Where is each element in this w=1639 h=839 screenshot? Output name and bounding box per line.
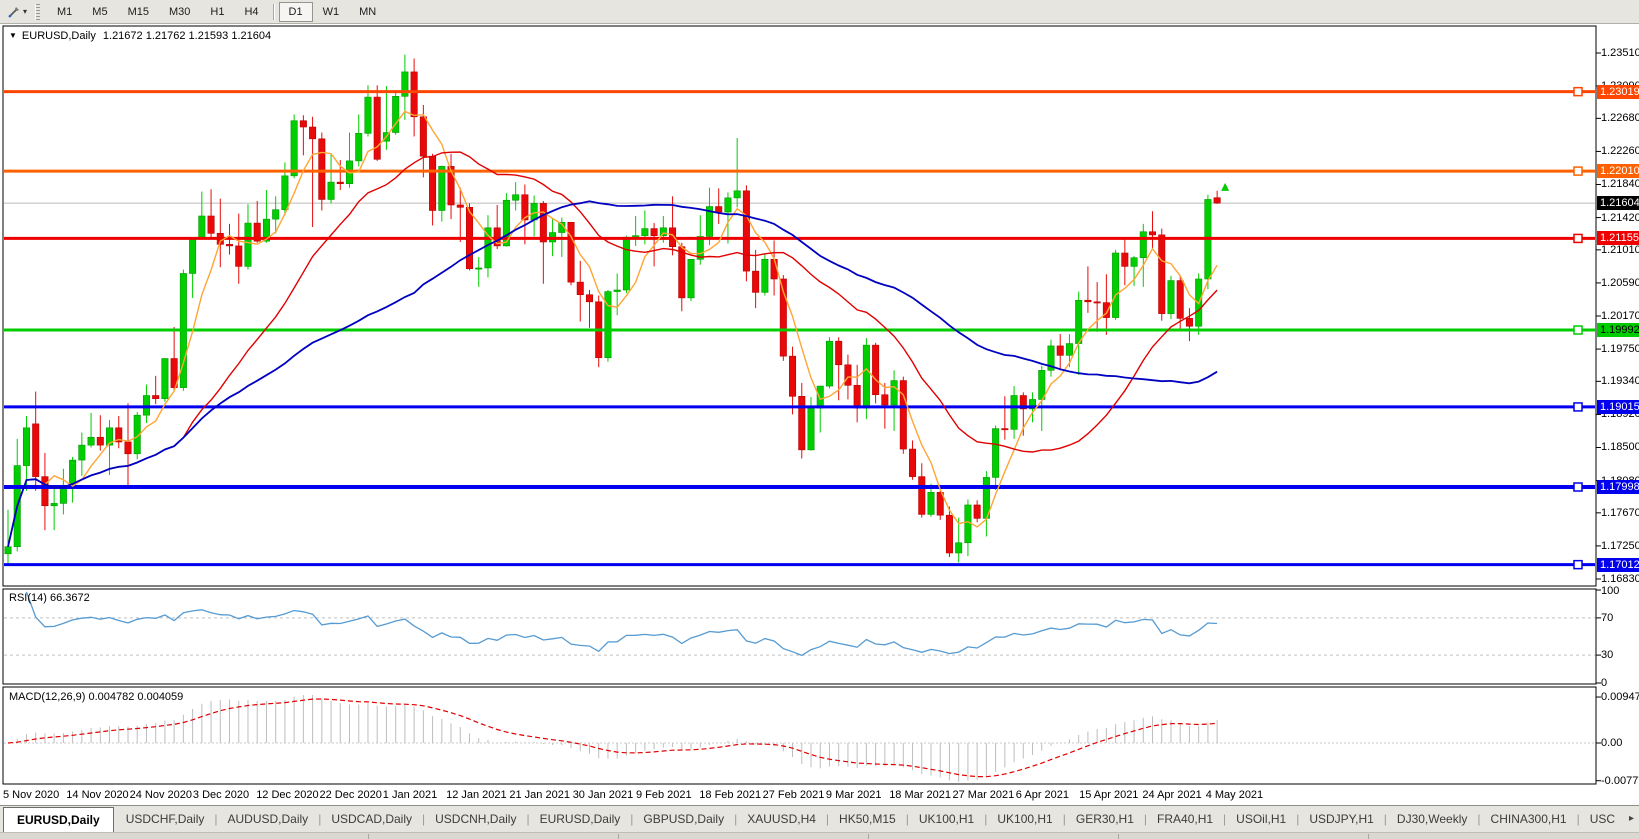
price-tick: 1.22260 [1601, 144, 1639, 158]
line-handle[interactable] [1574, 483, 1582, 491]
date-tick: 6 Apr 2021 [1016, 789, 1069, 801]
date-tick: 15 Apr 2021 [1079, 789, 1138, 801]
chart-tab-hk50-m15[interactable]: HK50,M15 [829, 806, 906, 832]
price-line-label: 1.19992 [1597, 323, 1639, 337]
date-tick: 9 Mar 2021 [826, 789, 882, 801]
chart-tab-fra40-h1[interactable]: FRA40,H1 [1147, 806, 1223, 832]
chart-symbol-period: EURUSD,Daily [22, 30, 96, 42]
chart-tab-usdcad-daily[interactable]: USDCAD,Daily [321, 806, 422, 832]
chart-tab-usdjpy-h1[interactable]: USDJPY,H1 [1299, 806, 1383, 832]
chart-tab-usdchf-daily[interactable]: USDCHF,Daily [116, 806, 215, 832]
line-handle[interactable] [1574, 326, 1582, 334]
chart-tab-audusd-daily[interactable]: AUDUSD,Daily [218, 806, 319, 832]
tab-scroll-right-button[interactable]: ▸ [1625, 806, 1639, 832]
rsi-tick: 30 [1601, 648, 1613, 662]
chart-tab-ger30-h1[interactable]: GER30,H1 [1066, 806, 1144, 832]
rsi-tick: 0 [1601, 676, 1607, 690]
date-tick: 18 Feb 2021 [699, 789, 761, 801]
date-axis: 5 Nov 2020 14 Nov 202024 Nov 20203 Dec 20… [0, 786, 1639, 805]
rsi-panel [3, 589, 1596, 684]
symbol-dropdown-arrow-icon[interactable]: ▼ [9, 31, 17, 40]
current-price-label: 1.21604 [1597, 196, 1639, 210]
rsi-tick: 70 [1601, 611, 1613, 625]
line-handle[interactable] [1574, 88, 1582, 96]
date-tick: 12 Dec 2020 [256, 789, 318, 801]
chart-tab-bar: EURUSD,DailyUSDCHF,Daily|AUDUSD,Daily|US… [0, 805, 1639, 832]
chart-tab-uk100-h1[interactable]: UK100,H1 [987, 806, 1062, 832]
price-line-label: 1.22010 [1597, 164, 1639, 178]
date-tick: 24 Apr 2021 [1142, 789, 1201, 801]
price-line-label: 1.17012 [1597, 558, 1639, 572]
price-tick: 1.22680 [1601, 111, 1639, 125]
chart-ohlc-values: 1.21672 1.21762 1.21593 1.21604 [103, 30, 271, 42]
chart-title: ▼ EURUSD,Daily 1.21672 1.21762 1.21593 1.2… [9, 30, 271, 42]
chart-tab-usoil-h1[interactable]: USOil,H1 [1226, 806, 1296, 832]
date-tick: 24 Nov 2020 [130, 789, 192, 801]
price-tick: 1.17250 [1601, 539, 1639, 553]
chart-tab-dj30-weekly[interactable]: DJ30,Weekly [1387, 806, 1477, 832]
date-tick: 3 Dec 2020 [193, 789, 249, 801]
line-handle[interactable] [1574, 561, 1582, 569]
chart-tab-eurusd-daily[interactable]: EURUSD,Daily [530, 806, 631, 832]
date-tick: 30 Jan 2021 [573, 789, 634, 801]
chart-tab-usdcnh-daily[interactable]: USDCNH,Daily [425, 806, 526, 832]
price-line-label: 1.21155 [1597, 231, 1639, 245]
price-tick: 1.20170 [1601, 309, 1639, 323]
rsi-tick: 100 [1601, 584, 1619, 598]
macd-indicator-label: MACD(12,26,9) 0.004782 0.004059 [9, 691, 183, 703]
date-tick: 1 Jan 2021 [383, 789, 437, 801]
chart-tab-usc[interactable]: USC [1580, 806, 1625, 832]
chart-tab-eurusd-daily[interactable]: EURUSD,Daily [3, 807, 114, 832]
price-tick: 1.19750 [1601, 342, 1639, 356]
chart-tab-xauusd-h4[interactable]: XAUUSD,H4 [737, 806, 826, 832]
price-tick: 1.18500 [1601, 440, 1639, 454]
price-line-label: 1.23019 [1597, 85, 1639, 99]
date-tick: 21 Jan 2021 [509, 789, 570, 801]
line-handle[interactable] [1574, 403, 1582, 411]
price-tick: 1.23510 [1601, 46, 1639, 60]
date-tick: 5 Nov 2020 [3, 789, 59, 801]
macd-tick: -0.007778 [1601, 774, 1639, 788]
price-line-label: 1.17998 [1597, 480, 1639, 494]
macd-panel [3, 687, 1596, 784]
price-tick: 1.19340 [1601, 374, 1639, 388]
date-tick: 9 Feb 2021 [636, 789, 692, 801]
price-tick: 1.20590 [1601, 276, 1639, 290]
date-tick: 14 Nov 2020 [66, 789, 128, 801]
chart-tab-uk100-h1[interactable]: UK100,H1 [909, 806, 984, 832]
price-line-label: 1.19015 [1597, 400, 1639, 414]
price-tick: 1.21420 [1601, 211, 1639, 225]
date-tick: 22 Dec 2020 [320, 789, 382, 801]
chart-tab-gbpusd-daily[interactable]: GBPUSD,Daily [633, 806, 734, 832]
date-tick: 27 Feb 2021 [763, 789, 825, 801]
date-tick: 12 Jan 2021 [446, 789, 507, 801]
macd-tick: 0.009478 [1601, 690, 1639, 704]
date-tick: 4 May 2021 [1206, 789, 1263, 801]
line-handle[interactable] [1574, 167, 1582, 175]
chart-tab-china300-h1[interactable]: CHINA300,H1 [1481, 806, 1577, 832]
price-tick: 1.21840 [1601, 177, 1639, 191]
line-handle[interactable] [1574, 234, 1582, 242]
date-tick: 27 Mar 2021 [953, 789, 1015, 801]
chart-plot-canvas [0, 0, 1639, 786]
date-tick: 18 Mar 2021 [889, 789, 951, 801]
macd-tick: 0.00 [1601, 736, 1622, 750]
bottom-scrollbar[interactable] [0, 832, 1639, 839]
rsi-indicator-label: RSI(14) 66.3672 [9, 592, 90, 604]
main-panel [3, 26, 1596, 586]
price-tick: 1.17670 [1601, 506, 1639, 520]
mt4-chart-window: ▾ M1M5M15M30H1H4D1W1MN ▼EURUSD,Daily1.21… [0, 0, 1639, 839]
